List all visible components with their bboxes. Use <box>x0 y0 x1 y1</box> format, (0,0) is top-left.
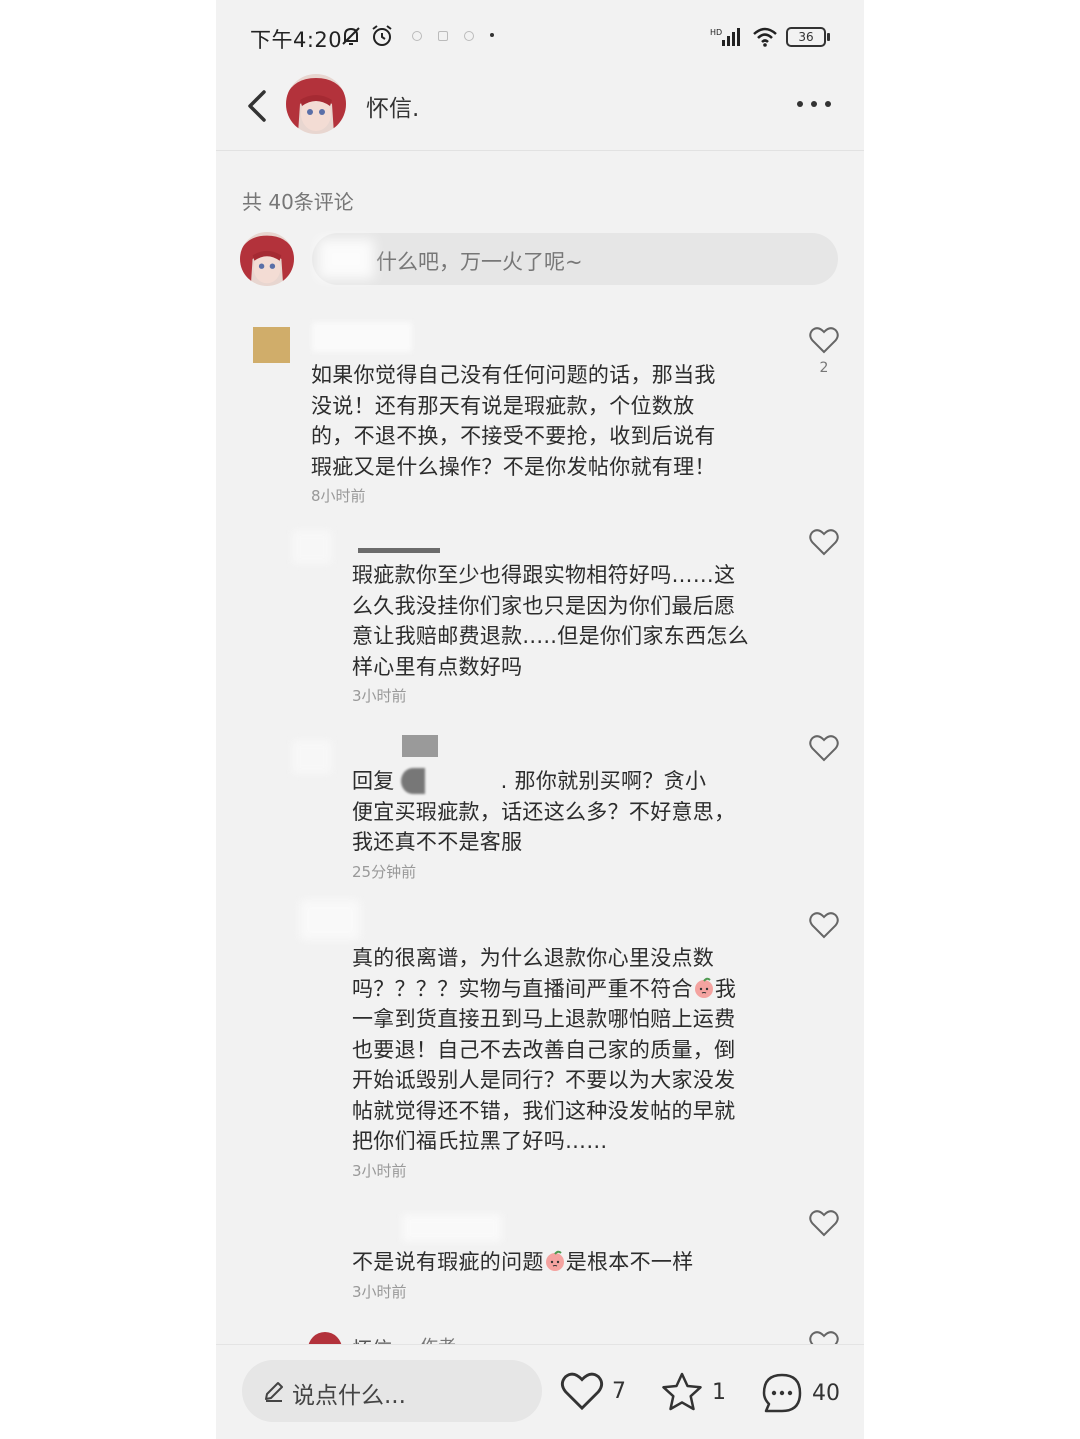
reply-avatar-redacted <box>292 530 332 564</box>
star-icon <box>662 1372 702 1411</box>
peach-emoji-icon <box>694 977 713 998</box>
favorite-count: 1 <box>712 1379 726 1405</box>
svg-text:HD: HD <box>710 28 722 37</box>
heart-icon <box>809 735 839 762</box>
signal-icon: HD <box>710 28 740 46</box>
say-something-placeholder: 说点什么... <box>292 1383 406 1409</box>
wifi-icon <box>753 27 777 47</box>
status-left-icons <box>340 24 494 48</box>
comment-5-text: 不是说有瑕疵的问题 是根本不一样 <box>352 1250 694 1274</box>
comment-1-time: 8小时前 <box>311 487 366 505</box>
comment-1: 如果你觉得自己没有任何问题的话，那当我 没说！还有那天有说是瑕疵款，个位数放 的… <box>311 360 781 506</box>
comment-bubble-icon <box>762 1373 802 1413</box>
reply-avatar-redacted <box>292 740 332 774</box>
comment-1-text: 如果你觉得自己没有任何问题的话，那当我 没说！还有那天有说是瑕疵款，个位数放 的… <box>311 363 716 479</box>
heart-icon <box>809 1210 839 1237</box>
reply-name-redacted <box>402 735 438 757</box>
mute-bell-icon <box>342 27 360 45</box>
heart-icon <box>809 327 839 354</box>
comment-2-like-button[interactable] <box>808 528 840 560</box>
commenter-avatar-redacted <box>253 327 290 363</box>
heart-icon <box>809 529 839 556</box>
comment-2-text: 瑕疵款你至少也得跟实物相符好吗……这 么久我没挂你们家也只是因为你们最后愿 意让… <box>352 563 749 679</box>
redacted-username <box>400 768 425 794</box>
heart-icon <box>809 1331 839 1344</box>
reply-name-redacted <box>402 1214 502 1242</box>
phone-screen: 下午4:20 HD 36 怀信. 共 40条评论 什么吧，万一火了呢~ 如果你觉… <box>216 0 864 1439</box>
like-count: 7 <box>612 1378 626 1404</box>
comment-5-like-button[interactable] <box>808 1209 840 1241</box>
comment-3: 回复. 那你就别买啊？贪小 便宜买瑕疵款，话还这么多？不好意思， 我还真不不是客… <box>352 766 792 882</box>
say-something-input[interactable]: 说点什么... <box>242 1360 542 1422</box>
status-right-icons: HD 36 <box>710 26 830 48</box>
like-button[interactable]: 7 <box>560 1371 626 1411</box>
pencil-icon <box>265 1382 283 1402</box>
reply-name-redacted <box>358 548 440 553</box>
comment-3-like-button[interactable] <box>808 734 840 766</box>
comment-4-like-button[interactable] <box>808 911 840 943</box>
comment-4-text: 真的很离谱，为什么退款你心里没点数 吗？？？？实物与直播间严重不符合我 一拿到货… <box>352 946 737 1153</box>
peach-emoji-icon <box>545 1250 564 1271</box>
comment-1-like-count: 2 <box>819 360 829 376</box>
alarm-icon <box>372 25 392 46</box>
my-avatar <box>240 232 294 286</box>
comment-5: 不是说有瑕疵的问题 是根本不一样 3小时前 <box>352 1247 792 1302</box>
comment-total: 40 <box>812 1380 840 1406</box>
status-bar: 下午4:20 HD 36 <box>216 0 864 76</box>
notification-dots <box>412 31 494 41</box>
reply-prefix: 回复 <box>352 769 395 793</box>
bottom-action-bar: 说点什么... 7 1 40 <box>216 1344 864 1439</box>
partial-like-button[interactable] <box>808 1330 840 1344</box>
comment-button[interactable]: 40 <box>760 1371 840 1415</box>
comment-4-time: 3小时前 <box>352 1161 407 1180</box>
comment-count: 共 40条评论 <box>242 190 354 214</box>
comment-5-time: 3小时前 <box>352 1282 407 1301</box>
more-dots-icon[interactable] <box>794 92 834 116</box>
comment-2: 瑕疵款你至少也得跟实物相符好吗……这 么久我没挂你们家也只是因为你们最后愿 意让… <box>352 560 792 706</box>
reply-avatar-redacted <box>300 900 360 940</box>
redaction-blur <box>318 239 374 279</box>
commenter-name-redacted <box>312 322 412 352</box>
comment-input[interactable]: 什么吧，万一火了呢~ <box>312 233 838 285</box>
author-name[interactable]: 怀信. <box>366 89 419 123</box>
battery-icon: 36 <box>786 27 830 47</box>
favorite-button[interactable]: 1 <box>660 1371 726 1413</box>
post-header: 怀信. <box>216 72 864 151</box>
heart-icon <box>809 912 839 939</box>
heart-icon <box>560 1372 604 1411</box>
comment-1-like-button[interactable]: 2 <box>808 326 840 376</box>
comment-2-time: 3小时前 <box>352 687 407 705</box>
author-avatar[interactable] <box>286 74 346 134</box>
back-arrow-icon[interactable] <box>238 86 278 126</box>
comment-3-text: 回复. 那你就别买啊？贪小 便宜买瑕疵款，话还这么多？不好意思， 我还真不不是客… <box>352 768 736 854</box>
comment-3-time: 25分钟前 <box>352 862 417 881</box>
status-time: 下午4:20 <box>250 28 343 52</box>
comment-input-placeholder: 什么吧，万一火了呢~ <box>376 250 583 274</box>
comment-4: 真的很离谱，为什么退款你心里没点数 吗？？？？实物与直播间严重不符合我 一拿到货… <box>352 943 792 1181</box>
